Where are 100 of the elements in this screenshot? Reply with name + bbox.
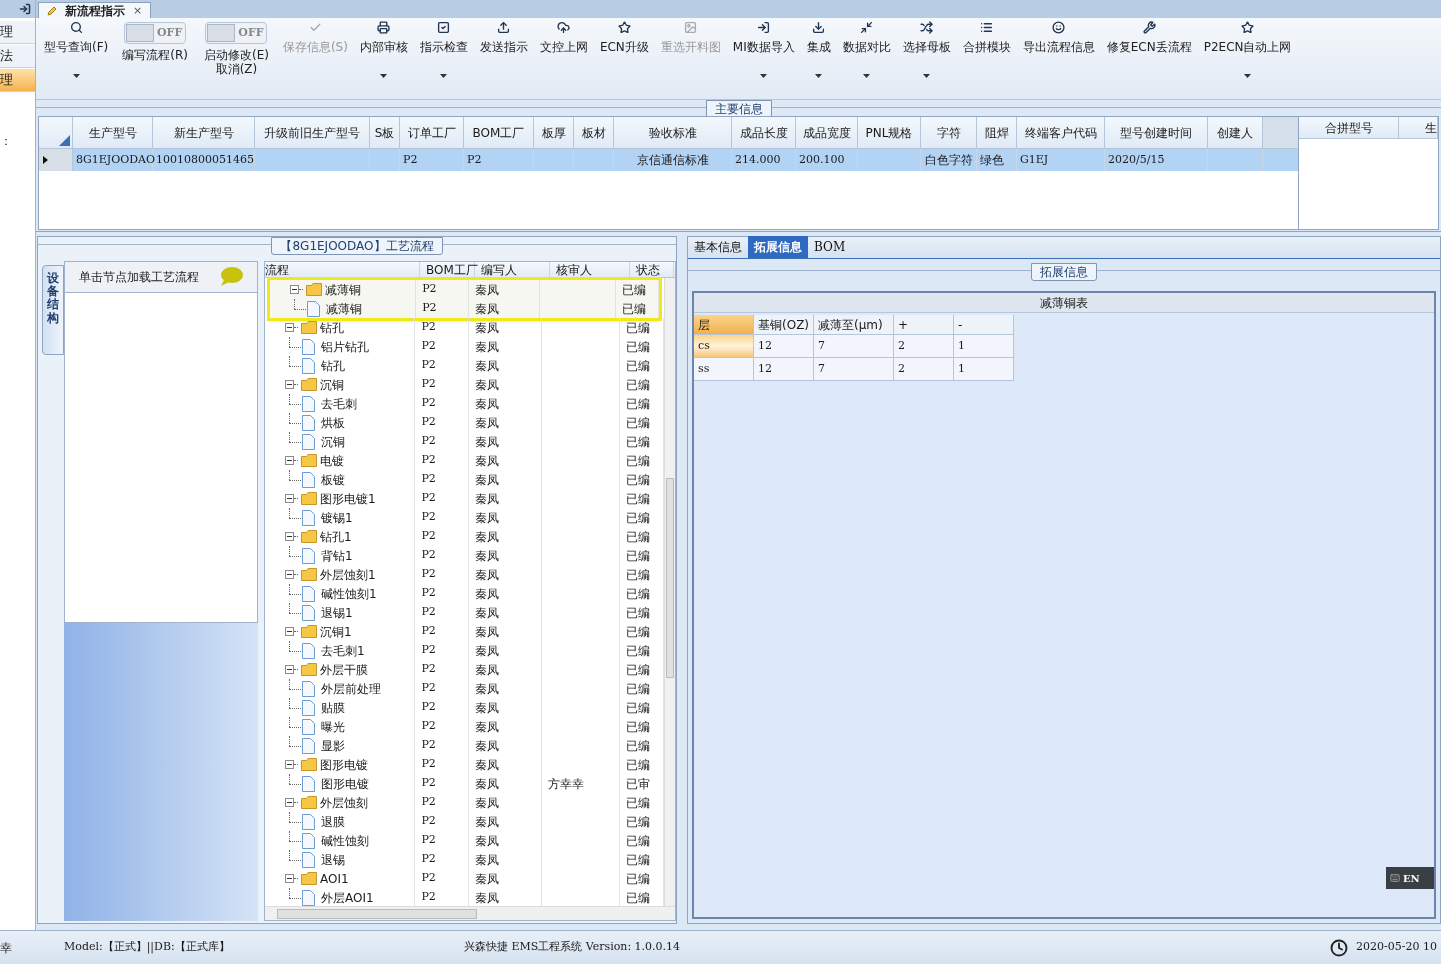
tree-row[interactable]: 贴膜 P2 秦凤 已编 <box>265 698 664 717</box>
column-header[interactable]: 升级前旧生产型号 <box>255 117 370 148</box>
column-header[interactable]: 成品宽度 <box>796 117 858 148</box>
collapse-toggle[interactable] <box>285 570 294 579</box>
toolbar-button[interactable]: 内部审核 <box>353 18 414 92</box>
tree-row[interactable]: 显影 P2 秦凤 已编 <box>265 736 664 755</box>
column-header[interactable]: 成品长度 <box>732 117 796 148</box>
vertical-tab[interactable]: 设备结构 <box>42 265 64 355</box>
column-header[interactable]: 生 <box>1399 117 1438 138</box>
toolbar-button[interactable]: 集成 <box>800 18 837 92</box>
column-header[interactable]: 终端客户代码 <box>1017 117 1105 148</box>
row-header[interactable]: ss <box>694 358 754 381</box>
toolbar-button[interactable]: 文控上网 <box>533 18 594 92</box>
tree-row[interactable]: 外层蚀刻 P2 秦凤 已编 <box>265 793 664 812</box>
toolbar-button[interactable]: 指示检查 <box>413 18 474 92</box>
collapse-toggle[interactable] <box>285 323 294 332</box>
toolbar-button[interactable]: 型号查询(F) <box>38 18 115 92</box>
table-cell: 京信通信标准 <box>614 149 732 171</box>
tree-row[interactable]: 电镀 P2 秦凤 已编 <box>265 451 664 470</box>
tree-row[interactable]: 碱性蚀刻 P2 秦凤 已编 <box>265 831 664 850</box>
tree-row[interactable]: 沉铜1 P2 秦凤 已编 <box>265 622 664 641</box>
tree-row[interactable]: 板镀 P2 秦凤 已编 <box>265 470 664 489</box>
row-header[interactable]: cs <box>694 335 754 358</box>
nav-item[interactable]: 理 <box>0 69 35 92</box>
column-header[interactable]: 验收标准 <box>614 117 732 148</box>
tree-row[interactable]: 退锡1 P2 秦凤 已编 <box>265 603 664 622</box>
collapse-toggle[interactable] <box>285 874 294 883</box>
toolbar-button[interactable]: 数据对比 <box>836 18 897 92</box>
tree-row[interactable]: 钻孔1 P2 秦凤 已编 <box>265 527 664 546</box>
nav-item[interactable]: 法 <box>0 45 35 68</box>
detail-tab[interactable]: BOM <box>808 236 852 258</box>
collapse-toggle[interactable] <box>285 380 294 389</box>
tree-row[interactable]: 去毛刺 P2 秦凤 已编 <box>265 394 664 413</box>
tree-row[interactable]: 外层蚀刻1 P2 秦凤 已编 <box>265 565 664 584</box>
tree-row[interactable]: 外层前处理 P2 秦凤 已编 <box>265 679 664 698</box>
column-header[interactable]: 生产型号 <box>73 117 153 148</box>
tree-row[interactable]: 碱性蚀刻1 P2 秦凤 已编 <box>265 584 664 603</box>
tree-row[interactable]: 沉铜 P2 秦凤 已编 <box>265 375 664 394</box>
column-header[interactable]: 板厚 <box>534 117 574 148</box>
tree-row[interactable]: 钻孔 P2 秦凤 已编 <box>265 318 664 337</box>
column-header[interactable]: - <box>954 315 1014 335</box>
column-header[interactable]: 字符 <box>921 117 977 148</box>
collapse-toggle[interactable] <box>285 665 294 674</box>
tree-row[interactable]: 减薄铜 P2 秦凤 已编 <box>270 299 659 318</box>
column-header[interactable]: 阻焊 <box>977 117 1017 148</box>
toolbar-button[interactable]: MI数据导入 <box>726 18 801 92</box>
tree-row[interactable]: 图形电镀 P2 秦凤 方幸幸 已审 <box>265 774 664 793</box>
column-header[interactable]: BOM工厂 <box>464 117 534 148</box>
tree-row[interactable]: 镀锡1 P2 秦凤 已编 <box>265 508 664 527</box>
column-header[interactable]: + <box>894 315 954 335</box>
tree-row[interactable]: 减薄铜 P2 秦凤 已编 <box>270 280 659 299</box>
process-name: 减薄铜 <box>325 281 361 299</box>
toolbar-button[interactable]: 选择母板 <box>896 18 957 92</box>
caret-icon <box>440 74 448 78</box>
close-icon[interactable]: × <box>133 4 143 17</box>
toolbar-button[interactable]: P2ECN自动上网 <box>1197 18 1298 92</box>
tree-row[interactable]: 图形电镀 P2 秦凤 已编 <box>265 755 664 774</box>
tree-row[interactable]: 去毛刺1 P2 秦凤 已编 <box>265 641 664 660</box>
tree-row[interactable]: 沉铜 P2 秦凤 已编 <box>265 432 664 451</box>
nav-item[interactable]: 理 <box>0 21 35 44</box>
table-row[interactable]: 8G1EJOODAO10010800051465 P2 P2 京信通信标准 214.000 200.100 白色字符 绿色 G1EJ 2020/5/15 <box>39 149 1298 171</box>
detail-tab[interactable]: 拓展信息 <box>748 236 808 258</box>
tree-row[interactable]: 退膜 P2 秦凤 已编 <box>265 812 664 831</box>
tree-row[interactable]: 退锡 P2 秦凤 已编 <box>265 850 664 869</box>
column-header[interactable]: 减薄至(μm) <box>814 315 894 335</box>
column-header[interactable]: 型号创建时间 <box>1105 117 1208 148</box>
column-header[interactable]: 层 <box>694 315 754 335</box>
collapse-toggle[interactable] <box>285 798 294 807</box>
table-cell: 已编 <box>620 717 664 736</box>
column-header[interactable]: 基铜(OZ) <box>754 315 814 335</box>
column-header[interactable]: S板 <box>370 117 400 148</box>
detail-tab[interactable]: 基本信息 <box>688 236 748 258</box>
collapse-toggle[interactable] <box>285 532 294 541</box>
tree-row[interactable]: 钻孔 P2 秦凤 已编 <box>265 356 664 375</box>
toolbar-button[interactable]: ECN升级 <box>593 18 655 92</box>
toolbar-button[interactable]: 发送指示 <box>473 18 534 92</box>
collapse-toggle[interactable] <box>285 760 294 769</box>
column-header[interactable]: PNL规格 <box>858 117 921 148</box>
login-icon[interactable] <box>19 3 31 15</box>
tree-row[interactable]: 曝光 P2 秦凤 已编 <box>265 717 664 736</box>
toolbar-button[interactable]: 合拼模块 <box>956 18 1017 92</box>
tree-row[interactable]: 背钻1 P2 秦凤 已编 <box>265 546 664 565</box>
input-method-bar[interactable]: EN <box>1386 867 1434 889</box>
tree-row[interactable]: AOI1 P2 秦凤 已编 <box>265 869 664 888</box>
toolbar-button[interactable]: 修复ECN丢流程 <box>1100 18 1198 92</box>
toolbar-button[interactable]: 导出流程信息 <box>1016 18 1101 92</box>
column-header[interactable]: 订单工厂 <box>400 117 464 148</box>
column-header[interactable]: 新生产型号 <box>153 117 255 148</box>
tree-row[interactable]: 烘板 P2 秦凤 已编 <box>265 413 664 432</box>
tree-row[interactable]: 铝片钻孔 P2 秦凤 已编 <box>265 337 664 356</box>
column-header[interactable]: 板材 <box>574 117 614 148</box>
column-header[interactable]: 合拼型号 <box>1299 117 1399 138</box>
tree-row[interactable]: 图形电镀1 P2 秦凤 已编 <box>265 489 664 508</box>
collapse-toggle[interactable] <box>285 627 294 636</box>
collapse-toggle[interactable] <box>285 456 294 465</box>
document-tab[interactable]: 新流程指示 × <box>38 2 152 18</box>
collapse-toggle[interactable] <box>285 494 294 503</box>
tree-row[interactable]: 外层干膜 P2 秦凤 已编 <box>265 660 664 679</box>
collapse-toggle[interactable] <box>290 285 299 294</box>
horizontal-scrollbar[interactable] <box>265 906 675 920</box>
